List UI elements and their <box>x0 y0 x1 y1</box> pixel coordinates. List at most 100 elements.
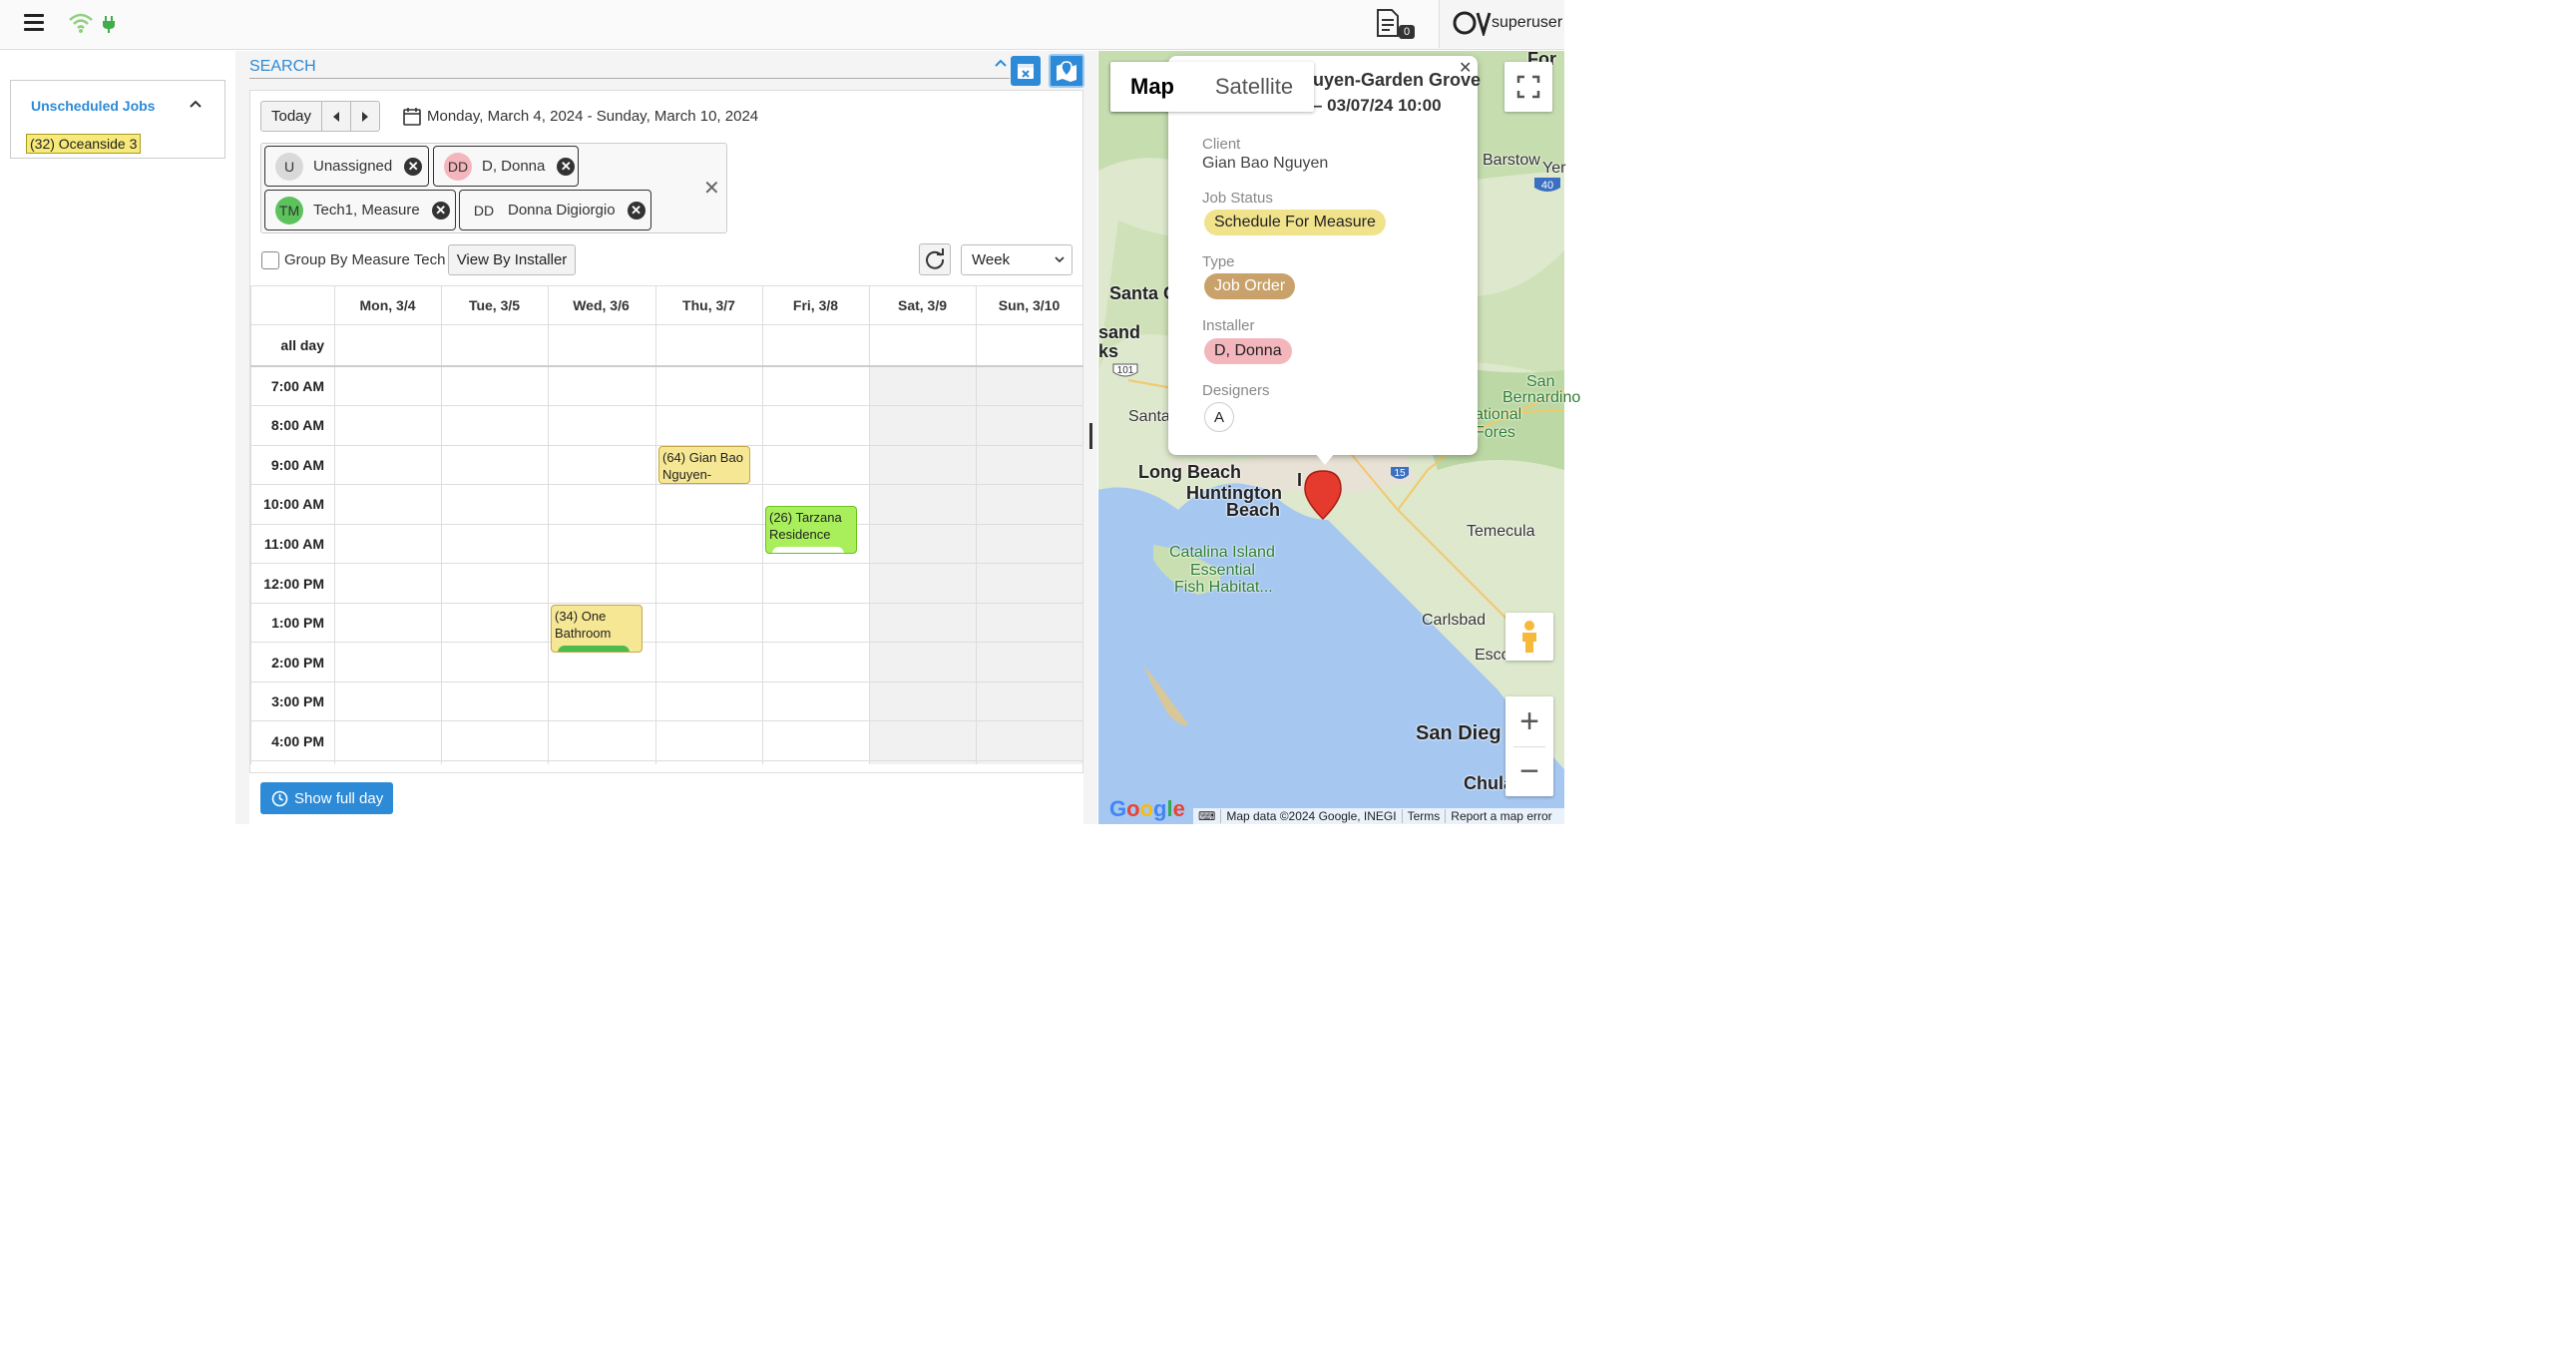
calendar-event[interactable]: (34) One Bathroom <box>551 605 643 653</box>
grid-col-line <box>976 285 977 764</box>
remove-filter-icon[interactable]: ✕ <box>627 201 645 220</box>
caret-left-icon <box>333 111 339 122</box>
wifi-icon <box>69 13 93 33</box>
filter-chip: U Unassigned ✕ <box>264 146 429 187</box>
type-badge: Job Order <box>1204 273 1296 299</box>
grid-row-line <box>250 720 1083 721</box>
document-count-badge: 0 <box>1399 25 1416 39</box>
map-attribution-bar: ⌨ Map data ©2024 Google, INEGI Terms Rep… <box>1193 808 1564 824</box>
map-place-label: Santa C <box>1109 283 1177 303</box>
grid-col-line <box>869 285 870 764</box>
grid-col-line <box>250 285 251 764</box>
grid-row-line <box>250 484 1083 485</box>
day-header[interactable]: Tue, 3/5 <box>441 297 548 313</box>
map-data-credit: Map data ©2024 Google, INEGI <box>1220 809 1401 823</box>
map-place-label: Beach <box>1226 500 1281 520</box>
show-full-day-button[interactable]: Show full day <box>260 782 393 814</box>
installer-badge: D, Donna <box>1204 338 1292 364</box>
report-map-error-link[interactable]: Report a map error <box>1445 809 1556 823</box>
avatar: U <box>275 152 303 181</box>
highway-label: 15 <box>1394 468 1406 479</box>
terms-link[interactable]: Terms <box>1401 809 1446 823</box>
map-place-label: Carlsbad <box>1422 612 1487 629</box>
event-status-pill <box>558 646 630 652</box>
map-pin-icon <box>1057 61 1076 82</box>
map-marker-icon[interactable] <box>1303 469 1343 521</box>
fullscreen-button[interactable] <box>1504 62 1552 112</box>
time-label: 2:00 PM <box>271 655 324 671</box>
remove-filter-icon[interactable]: ✕ <box>404 157 423 176</box>
all-day-label: all day <box>280 337 324 353</box>
hamburger-icon[interactable] <box>24 14 44 32</box>
designers-label: Designers <box>1202 382 1270 399</box>
avatar: TM <box>275 196 303 225</box>
refresh-button[interactable] <box>919 243 951 275</box>
right-splitter-handle[interactable] <box>1089 423 1092 449</box>
clock-icon <box>271 790 288 806</box>
unscheduled-job-item[interactable]: (32) Oceanside 3 <box>26 134 142 154</box>
map-place-label: Fish Habitat... <box>1174 579 1273 596</box>
time-label: 9:00 AM <box>270 457 324 473</box>
event-title: (34) One Bathroom <box>555 609 612 641</box>
remove-filter-icon[interactable]: ✕ <box>431 201 450 220</box>
info-window-tail <box>1315 453 1335 465</box>
map-type-map-button[interactable]: Map <box>1110 62 1194 112</box>
grid-col-line <box>334 285 335 764</box>
map-type-control: Map Satellite <box>1110 62 1314 112</box>
map-type-satellite-button[interactable]: Satellite <box>1194 62 1314 112</box>
search-section-label[interactable]: SEARCH <box>249 58 316 76</box>
street-view-pegman[interactable] <box>1505 613 1553 661</box>
view-by-installer-button[interactable]: View By Installer <box>448 244 576 275</box>
user-menu[interactable]: superuser <box>1439 0 1564 48</box>
keyboard-icon[interactable]: ⌨ <box>1193 809 1220 823</box>
document-icon[interactable] <box>1375 8 1401 38</box>
user-name: superuser <box>1492 14 1563 31</box>
day-header[interactable]: Sun, 3/10 <box>976 297 1082 313</box>
event-status-pill <box>772 547 844 553</box>
calendar-view-button[interactable] <box>1011 56 1041 86</box>
event-title: (26) Tarzana Residence <box>769 510 842 542</box>
highway-shield-icon: 101 <box>1112 363 1138 377</box>
grid-row-line <box>250 563 1083 564</box>
calendar-icon <box>403 108 421 126</box>
highway-shield-icon: 40 <box>1534 178 1560 192</box>
chevron-up-icon[interactable] <box>189 99 203 109</box>
calendar-event[interactable]: (64) Gian Bao Nguyen- <box>658 446 750 484</box>
map-place-label: sand <box>1098 322 1141 342</box>
next-week-button[interactable] <box>350 101 380 132</box>
chevron-up-icon[interactable] <box>994 58 1008 68</box>
refresh-icon <box>926 248 945 269</box>
day-header[interactable]: Mon, 3/4 <box>334 297 441 313</box>
today-button[interactable]: Today <box>260 101 322 132</box>
zoom-in-button[interactable]: + <box>1505 696 1553 746</box>
map-place-label: ational Fores <box>1475 406 1522 441</box>
map-place-label: ks <box>1098 341 1119 361</box>
unscheduled-jobs-title[interactable]: Unscheduled Jobs <box>31 98 155 114</box>
zoom-out-button[interactable]: − <box>1505 746 1553 796</box>
day-header[interactable]: Wed, 3/6 <box>548 297 654 313</box>
clear-filters-icon[interactable]: ✕ <box>703 176 720 201</box>
client-label: Client <box>1202 136 1241 153</box>
day-header[interactable]: Sat, 3/9 <box>869 297 976 313</box>
map-place-label: Long Beach <box>1138 462 1242 482</box>
view-select[interactable]: Week <box>961 244 1073 275</box>
day-header[interactable]: Fri, 3/8 <box>762 297 869 313</box>
filter-chip: TM Tech1, Measure ✕ <box>264 190 456 230</box>
highway-label: 40 <box>1541 180 1553 192</box>
calendar-event[interactable]: (26) Tarzana Residence <box>765 506 857 554</box>
calendar-x-icon <box>1018 64 1034 79</box>
installer-label: Installer <box>1202 317 1255 334</box>
map-view-button[interactable] <box>1049 54 1084 88</box>
previous-week-button[interactable] <box>321 101 351 132</box>
group-by-measure-tech-checkbox[interactable] <box>261 251 279 269</box>
filter-chip-label: Donna Digiorgio <box>508 202 616 219</box>
filter-chip: DD Donna Digiorgio ✕ <box>459 190 651 230</box>
time-label: 3:00 PM <box>271 693 324 709</box>
filter-chip-label: Unassigned <box>313 158 393 175</box>
caret-right-icon <box>362 111 368 122</box>
map-place-label: I <box>1297 470 1303 490</box>
remove-filter-icon[interactable]: ✕ <box>557 157 576 176</box>
day-header[interactable]: Thu, 3/7 <box>655 297 762 313</box>
time-label: 8:00 AM <box>270 417 324 433</box>
grid-row-line <box>250 365 1083 367</box>
